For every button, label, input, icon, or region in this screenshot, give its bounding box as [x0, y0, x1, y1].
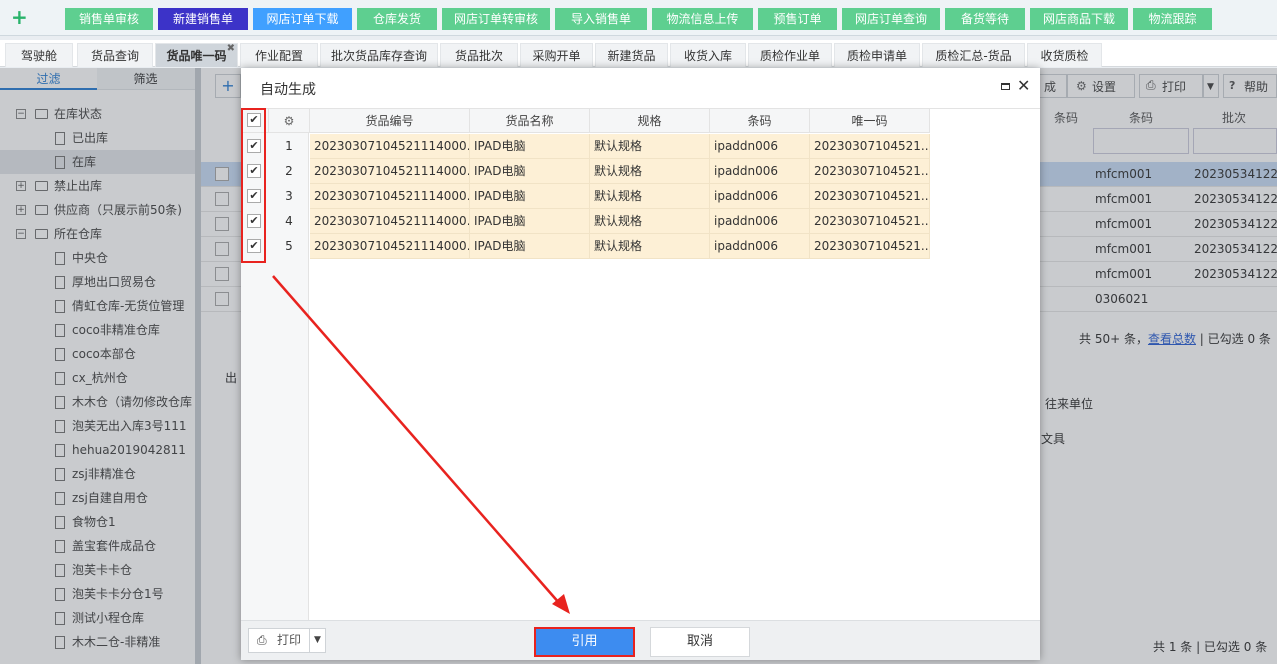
cell-spec: 默认规格: [590, 184, 710, 209]
cell-name: IPAD电脑: [470, 209, 590, 234]
auto-generate-dialog: 自动生成 ✕ ✔ ⚙ 货品编号 货品名称 规格 条码 唯一码 ✔ 1 2023030…: [241, 68, 1040, 660]
cell-barcode: ipaddn006: [710, 134, 810, 159]
column-settings[interactable]: ⚙: [269, 109, 310, 133]
cell-name: IPAD电脑: [470, 234, 590, 259]
cell-uid: 20230307104521...: [810, 134, 930, 159]
col-header-name: 货品名称: [470, 109, 590, 133]
top-tab-3[interactable]: 仓库发货: [357, 8, 437, 30]
add-icon[interactable]: +: [11, 6, 28, 28]
cell-uid: 20230307104521...: [810, 234, 930, 259]
cell-spec: 默认规格: [590, 134, 710, 159]
col-header-code: 货品编号: [310, 109, 470, 133]
top-tab-9[interactable]: 备货等待: [945, 8, 1025, 30]
print-dropdown[interactable]: ▼: [309, 628, 326, 653]
page-tab-3[interactable]: 作业配置: [240, 43, 318, 67]
page-tab-9[interactable]: 质检作业单: [748, 43, 832, 67]
page-tab-12[interactable]: 收货质检: [1027, 43, 1102, 67]
cell-code: 20230307104521114000...: [310, 159, 470, 184]
cell-barcode: ipaddn006: [710, 234, 810, 259]
top-tab-10[interactable]: 网店商品下载: [1030, 8, 1128, 30]
top-tab-6[interactable]: 物流信息上传: [652, 8, 753, 30]
top-tab-1[interactable]: 新建销售单: [158, 8, 248, 30]
printer-icon: ⎙: [257, 633, 267, 647]
cell-spec: 默认规格: [590, 234, 710, 259]
dialog-footer: 打印 ⎙ ▼ 引用 取消: [241, 620, 1040, 660]
close-icon[interactable]: ✕: [1017, 76, 1030, 95]
top-tab-4[interactable]: 网店订单转审核: [442, 8, 550, 30]
page-tab-5[interactable]: 货品批次: [440, 43, 518, 67]
top-tab-8[interactable]: 网店订单查询: [842, 8, 940, 30]
page-tab-7[interactable]: 新建货品: [595, 43, 668, 67]
col-header-barcode: 条码: [710, 109, 810, 133]
dialog-row[interactable]: ✔ 3 20230307104521114000... IPAD电脑 默认规格 ipadd…: [241, 184, 930, 209]
cell-barcode: ipaddn006: [710, 159, 810, 184]
cell-code: 20230307104521114000...: [310, 134, 470, 159]
dialog-row[interactable]: ✔ 2 20230307104521114000... IPAD电脑 默认规格 ipadd…: [241, 159, 930, 184]
page-tab-1[interactable]: 货品查询: [77, 43, 153, 67]
cell-barcode: ipaddn006: [710, 209, 810, 234]
print-label: 打印: [277, 633, 302, 647]
dialog-title: 自动生成: [260, 82, 316, 98]
cell-name: IPAD电脑: [470, 184, 590, 209]
row-number: 4: [285, 214, 293, 228]
cell-code: 20230307104521114000...: [310, 184, 470, 209]
cancel-button[interactable]: 取消: [650, 627, 750, 657]
dialog-row[interactable]: ✔ 4 20230307104521114000... IPAD电脑 默认规格 ipadd…: [241, 209, 930, 234]
dialog-row[interactable]: ✔ 1 20230307104521114000... IPAD电脑 默认规格 ipadd…: [241, 134, 930, 159]
cell-name: IPAD电脑: [470, 134, 590, 159]
dialog-row[interactable]: ✔ 5 20230307104521114000... IPAD电脑 默认规格 ipadd…: [241, 234, 930, 259]
col-header-uid: 唯一码: [810, 109, 930, 133]
top-tab-5[interactable]: 导入销售单: [555, 8, 647, 30]
top-tab-0[interactable]: 销售单审核: [65, 8, 153, 30]
page-tab-8[interactable]: 收货入库: [670, 43, 746, 67]
top-tab-7[interactable]: 预售订单: [758, 8, 837, 30]
cell-spec: 默认规格: [590, 159, 710, 184]
cell-name: IPAD电脑: [470, 159, 590, 184]
page-tab-10[interactable]: 质检申请单: [834, 43, 920, 67]
col-header-spec: 规格: [590, 109, 710, 133]
page-tab-bar: 驾驶舱 货品查询 货品唯一码 ✖ 作业配置 批次货品库存查询 货品批次 采购开单 …: [0, 40, 1277, 67]
page-tab-0[interactable]: 驾驶舱: [5, 43, 73, 67]
top-tab-11[interactable]: 物流跟踪: [1133, 8, 1212, 30]
page-tab-11[interactable]: 质检汇总-货品: [922, 43, 1025, 67]
gear-icon: ⚙: [283, 114, 295, 128]
page-tab-label: 货品唯一码: [166, 49, 227, 63]
cell-code: 20230307104521114000...: [310, 209, 470, 234]
checkbox-highlight: [241, 108, 266, 263]
close-icon[interactable]: ✖: [227, 37, 235, 61]
row-number: 1: [285, 139, 293, 153]
cell-uid: 20230307104521...: [810, 184, 930, 209]
page-tab-6[interactable]: 采购开单: [520, 43, 593, 67]
cell-uid: 20230307104521...: [810, 209, 930, 234]
page-tab-4[interactable]: 批次货品库存查询: [320, 43, 438, 67]
maximize-icon[interactable]: [1001, 83, 1010, 90]
cell-code: 20230307104521114000...: [310, 234, 470, 259]
top-toolbar: + 销售单审核 新建销售单 网店订单下载 仓库发货 网店订单转审核 导入销售单 …: [0, 0, 1277, 36]
apply-button[interactable]: 引用: [534, 627, 635, 657]
cell-spec: 默认规格: [590, 209, 710, 234]
row-number: 5: [285, 239, 293, 253]
cell-uid: 20230307104521...: [810, 159, 930, 184]
row-number: 3: [285, 189, 293, 203]
page-tab-2-active[interactable]: 货品唯一码 ✖: [155, 43, 238, 67]
top-tab-2[interactable]: 网店订单下载: [253, 8, 352, 30]
dialog-grid: ✔ ⚙ 货品编号 货品名称 规格 条码 唯一码 ✔ 1 20230307104521…: [241, 108, 1040, 621]
row-number: 2: [285, 164, 293, 178]
cell-barcode: ipaddn006: [710, 184, 810, 209]
